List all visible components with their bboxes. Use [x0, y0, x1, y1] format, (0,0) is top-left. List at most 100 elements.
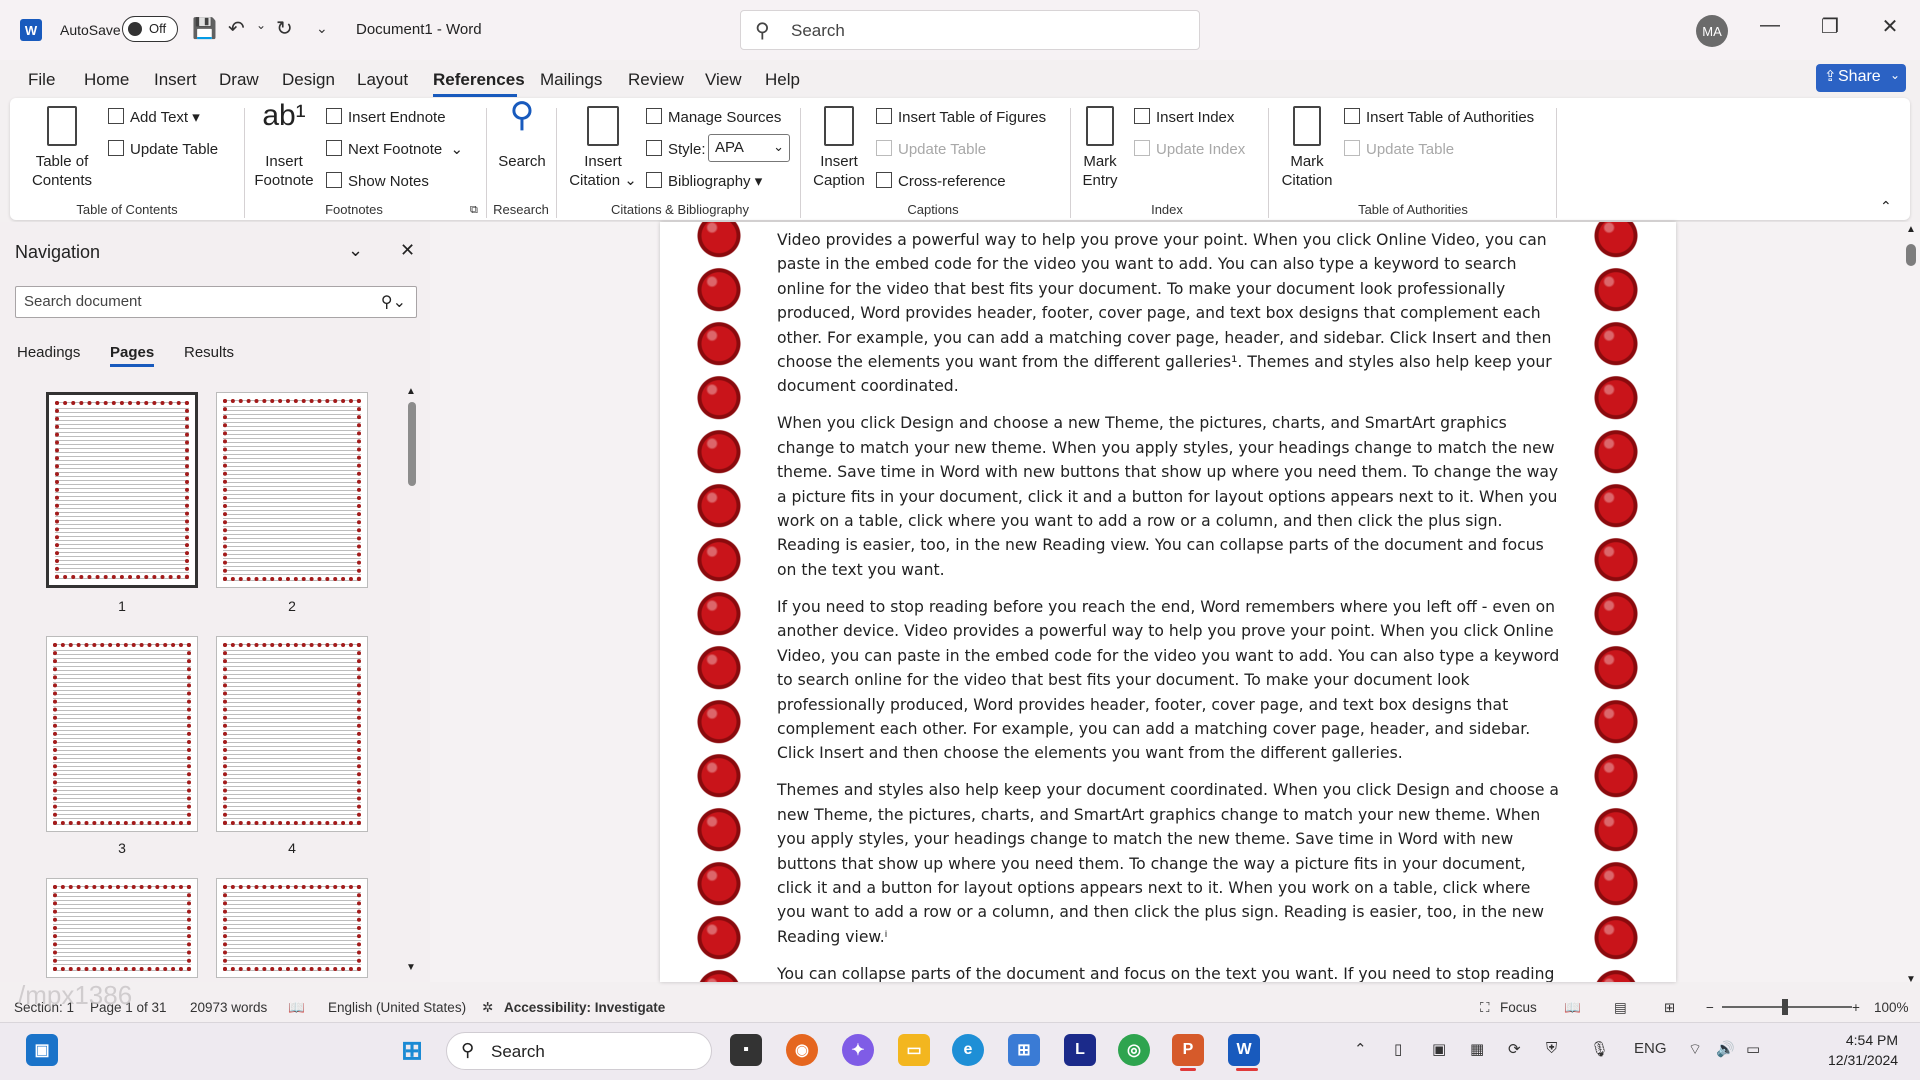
- add-text-button[interactable]: Add Text ▾: [108, 108, 200, 126]
- insert-table-of-authorities-button[interactable]: Insert Table of Authorities: [1344, 108, 1534, 126]
- tab-help[interactable]: Help: [765, 70, 800, 90]
- scroll-down-icon[interactable]: ▼: [1906, 974, 1916, 985]
- navigation-search-input[interactable]: Search document ⚲⌄: [15, 286, 417, 318]
- tab-mailings[interactable]: Mailings: [540, 70, 602, 90]
- paragraph[interactable]: You can collapse parts of the document a…: [777, 962, 1561, 982]
- firefox-icon[interactable]: ◉: [786, 1034, 818, 1066]
- navigation-scrollbar-thumb[interactable]: [408, 402, 416, 486]
- battery-icon[interactable]: ▭: [1746, 1040, 1760, 1058]
- save-icon[interactable]: 💾: [192, 16, 217, 41]
- customize-qat-icon[interactable]: ⌄: [316, 20, 328, 37]
- zoom-slider-thumb[interactable]: [1782, 999, 1788, 1015]
- taskbar-search[interactable]: ⚲ Search: [446, 1032, 712, 1070]
- wifi-icon[interactable]: ⌔: [1688, 1040, 1702, 1059]
- zoom-in-button[interactable]: +: [1852, 1000, 1860, 1015]
- scroll-up-icon[interactable]: ▲: [1906, 224, 1916, 235]
- tab-headings[interactable]: Headings: [17, 344, 80, 361]
- security-icon[interactable]: ⛨: [1546, 1040, 1557, 1057]
- document-scrollbar[interactable]: [1904, 222, 1920, 982]
- insert-index-button[interactable]: Insert Index: [1134, 108, 1234, 126]
- status-accessibility[interactable]: Accessibility: Investigate: [504, 1000, 665, 1015]
- page-thumbnail[interactable]: [46, 392, 198, 588]
- user-avatar[interactable]: MA: [1696, 15, 1728, 47]
- update-index-button[interactable]: Update Index: [1134, 140, 1245, 158]
- close-icon[interactable]: ✕: [1870, 14, 1910, 44]
- status-word-count[interactable]: 20973 words: [190, 1000, 267, 1015]
- start-icon[interactable]: ⊞: [396, 1034, 428, 1066]
- minimize-icon[interactable]: —: [1750, 14, 1790, 44]
- page-thumbnail[interactable]: [46, 878, 198, 978]
- tab-pages[interactable]: Pages: [110, 344, 154, 361]
- update-table-toc-button[interactable]: Update Table: [108, 140, 218, 158]
- table-of-contents-button[interactable]: Table of Contents: [30, 106, 94, 190]
- word-taskbar-icon[interactable]: W: [1228, 1034, 1260, 1066]
- app-tray-icon[interactable]: ▦: [1470, 1040, 1484, 1058]
- insert-endnote-button[interactable]: Insert Endnote: [326, 108, 446, 126]
- tab-review[interactable]: Review: [628, 70, 684, 90]
- file-explorer-icon[interactable]: ▭: [898, 1034, 930, 1066]
- zoom-out-button[interactable]: −: [1706, 1000, 1714, 1015]
- volume-icon[interactable]: 🔊: [1716, 1040, 1735, 1058]
- tab-references[interactable]: References: [433, 70, 525, 90]
- usb-icon[interactable]: ▯: [1394, 1040, 1402, 1058]
- document-page[interactable]: Video provides a powerful way to help yo…: [660, 222, 1676, 982]
- tab-draw[interactable]: Draw: [219, 70, 259, 90]
- zoom-level[interactable]: 100%: [1874, 1000, 1909, 1015]
- page-thumbnail[interactable]: [46, 636, 198, 832]
- paragraph[interactable]: When you click Design and choose a new T…: [777, 411, 1561, 582]
- status-language[interactable]: English (United States): [328, 1000, 466, 1015]
- scroll-down-icon[interactable]: ▼: [406, 962, 416, 973]
- insert-footnote-button[interactable]: ab¹ Insert Footnote: [252, 101, 316, 190]
- focus-button[interactable]: Focus: [1500, 1000, 1537, 1015]
- task-view-icon[interactable]: ▪: [730, 1034, 762, 1066]
- update-table-authorities-button[interactable]: Update Table: [1344, 140, 1454, 158]
- citation-style-select[interactable]: APA ⌄: [708, 134, 790, 162]
- microphone-icon[interactable]: 🎙: [1590, 1040, 1609, 1058]
- tab-insert[interactable]: Insert: [154, 70, 197, 90]
- undo-dropdown-icon[interactable]: ⌄: [256, 18, 266, 32]
- search-box[interactable]: ⚲ Search: [740, 10, 1200, 50]
- read-mode-icon[interactable]: 📖: [1564, 1000, 1581, 1016]
- cross-reference-button[interactable]: Cross-reference: [876, 172, 1006, 190]
- tab-home[interactable]: Home: [84, 70, 129, 90]
- chrome-icon[interactable]: ◎: [1118, 1034, 1150, 1066]
- autosave-toggle[interactable]: Off: [122, 16, 178, 42]
- widgets-icon[interactable]: ▣: [26, 1034, 58, 1066]
- insert-caption-button[interactable]: Insert Caption: [808, 106, 870, 190]
- word-app-icon[interactable]: W: [20, 19, 42, 41]
- footnotes-dialog-launcher-icon[interactable]: ⧉: [470, 204, 478, 217]
- nvidia-icon[interactable]: ▣: [1432, 1040, 1446, 1058]
- bibliography-button[interactable]: Bibliography ▾: [646, 172, 762, 190]
- insert-table-of-figures-button[interactable]: Insert Table of Figures: [876, 108, 1046, 126]
- paragraph[interactable]: Themes and styles also help keep your do…: [777, 778, 1561, 949]
- close-icon[interactable]: ✕: [400, 240, 415, 261]
- document-body[interactable]: Video provides a powerful way to help yo…: [777, 228, 1561, 982]
- paragraph[interactable]: Video provides a powerful way to help yo…: [777, 228, 1561, 399]
- chevron-down-icon[interactable]: ⌄: [348, 240, 363, 261]
- tab-file[interactable]: File: [28, 70, 55, 90]
- mark-entry-button[interactable]: Mark Entry: [1078, 106, 1122, 190]
- store-icon[interactable]: ⊞: [1008, 1034, 1040, 1066]
- scroll-up-icon[interactable]: ▲: [406, 386, 416, 397]
- print-layout-icon[interactable]: ▤: [1614, 1000, 1627, 1016]
- page-thumbnail[interactable]: [216, 878, 368, 978]
- page-thumbnail[interactable]: [216, 636, 368, 832]
- next-footnote-button[interactable]: Next Footnote ⌄: [326, 140, 463, 158]
- copilot-icon[interactable]: ✦: [842, 1034, 874, 1066]
- manage-sources-button[interactable]: Manage Sources: [646, 108, 781, 126]
- powerpoint-icon[interactable]: P: [1172, 1034, 1204, 1066]
- undo-icon[interactable]: ↶: [228, 16, 245, 41]
- mark-citation-button[interactable]: Mark Citation: [1276, 106, 1338, 190]
- tab-layout[interactable]: Layout: [357, 70, 408, 90]
- paragraph[interactable]: If you need to stop reading before you r…: [777, 595, 1561, 766]
- restore-icon[interactable]: ❐: [1810, 14, 1850, 44]
- update-table-captions-button[interactable]: Update Table: [876, 140, 986, 158]
- sync-icon[interactable]: ⟳: [1508, 1040, 1521, 1058]
- tab-results[interactable]: Results: [184, 344, 234, 361]
- web-layout-icon[interactable]: ⊞: [1664, 1000, 1675, 1016]
- tab-view[interactable]: View: [705, 70, 742, 90]
- tray-language[interactable]: ENG: [1634, 1040, 1667, 1057]
- tab-design[interactable]: Design: [282, 70, 335, 90]
- document-scrollbar-thumb[interactable]: [1906, 244, 1916, 266]
- show-notes-button[interactable]: Show Notes: [326, 172, 429, 190]
